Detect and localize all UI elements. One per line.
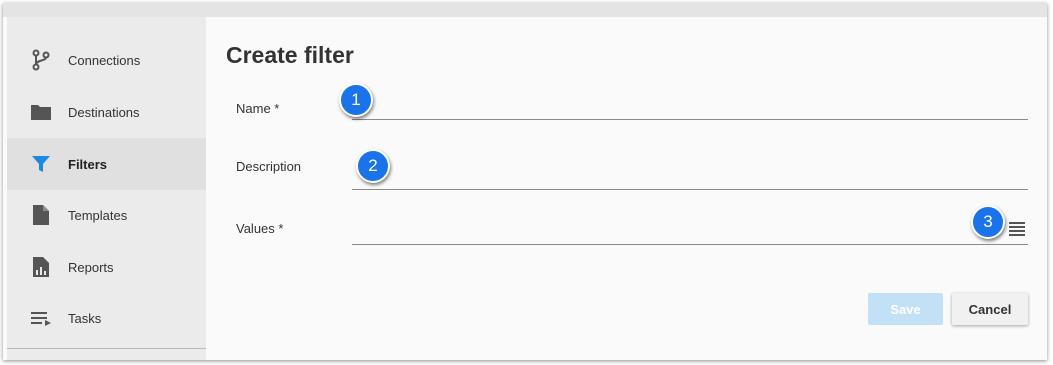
name-field[interactable] (352, 119, 1028, 120)
description-field[interactable] (352, 189, 1028, 190)
sidebar-item-label: Reports (68, 259, 114, 275)
branch-icon (29, 48, 53, 72)
sidebar-item-label: Templates (68, 207, 128, 223)
values-label: Values * (236, 221, 284, 236)
sidebar: Connections Destinations Filters Templat… (7, 17, 206, 360)
filter-icon (29, 152, 53, 176)
sidebar-item-label: Filters (68, 156, 108, 172)
list-edit-icon[interactable] (1009, 222, 1025, 236)
top-strip (3, 3, 1047, 17)
sidebar-item-label: Destinations (68, 104, 140, 120)
callout-badge-1: 1 (339, 83, 373, 117)
sidebar-divider (7, 348, 206, 349)
sidebar-item-reports[interactable]: Reports (7, 241, 206, 293)
document-icon (29, 203, 53, 227)
report-icon (29, 255, 53, 279)
folder-icon (29, 100, 53, 124)
description-label: Description (236, 159, 302, 174)
sidebar-item-label: Tasks (68, 310, 102, 326)
sidebar-item-templates[interactable]: Templates (7, 189, 206, 241)
save-button[interactable]: Save (868, 293, 943, 325)
cancel-button[interactable]: Cancel (952, 293, 1028, 325)
app-window: Connections Destinations Filters Templat… (3, 3, 1047, 360)
main-panel: Create filter Name * 1 Description 2 Val… (206, 17, 1047, 360)
playlist-icon (29, 306, 53, 330)
callout-badge-2: 2 (356, 149, 390, 183)
sidebar-item-tasks[interactable]: Tasks (7, 292, 206, 344)
sidebar-item-filters[interactable]: Filters (7, 138, 206, 190)
name-label: Name * (236, 101, 280, 116)
sidebar-item-label: Connections (68, 52, 141, 68)
callout-badge-3: 3 (971, 205, 1005, 239)
sidebar-item-destinations[interactable]: Destinations (7, 86, 206, 138)
sidebar-item-connections[interactable]: Connections (7, 34, 206, 86)
values-field[interactable] (352, 244, 1028, 245)
page-title: Create filter (226, 42, 354, 68)
